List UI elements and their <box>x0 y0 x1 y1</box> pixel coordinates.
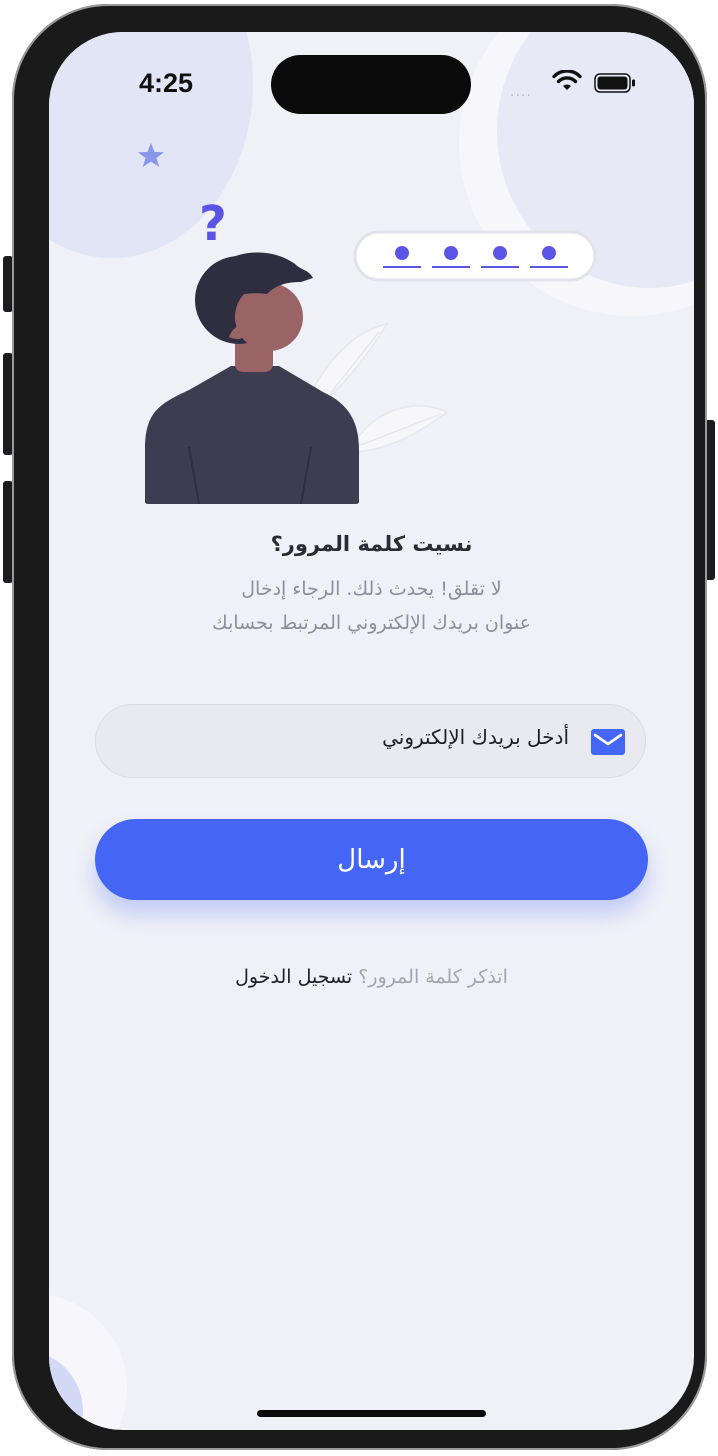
description-line-2: عنوان بريدك الإلكتروني المرتبط بحسابك <box>211 612 532 634</box>
star-icon <box>138 143 164 167</box>
phone-frame: 4:25 .... ? نسيت كلمة المرور؟ لا تقلق! ي… <box>12 4 707 1450</box>
submit-button[interactable]: إرسال <box>95 819 648 900</box>
login-link[interactable]: تسجيل الدخول <box>235 966 352 988</box>
question-mark-icon: ? <box>199 196 227 252</box>
submit-button-label: إرسال <box>337 844 406 875</box>
app-screen: 4:25 .... ? نسيت كلمة المرور؟ لا تقلق! ي… <box>49 32 694 1430</box>
page-description: لا تقلق! يحدث ذلك. الرجاء إدخال عنوان بر… <box>49 572 694 640</box>
email-placeholder: أدخل بريدك الإلكتروني <box>382 725 569 749</box>
password-pill <box>353 230 597 282</box>
email-field[interactable]: أدخل بريدك الإلكتروني <box>95 704 646 778</box>
page-title: نسيت كلمة المرور؟ <box>270 532 473 556</box>
login-prompt: اتذكر كلمة المرور؟ تسجيل الدخول <box>49 966 694 988</box>
description-line-1: لا تقلق! يحدث ذلك. الرجاء إدخال <box>241 578 502 600</box>
forgot-password-illustration: ? <box>138 143 597 505</box>
envelope-icon <box>591 729 625 755</box>
remember-password-text: اتذكر كلمة المرور؟ <box>358 966 508 988</box>
home-indicator[interactable] <box>257 1410 486 1417</box>
